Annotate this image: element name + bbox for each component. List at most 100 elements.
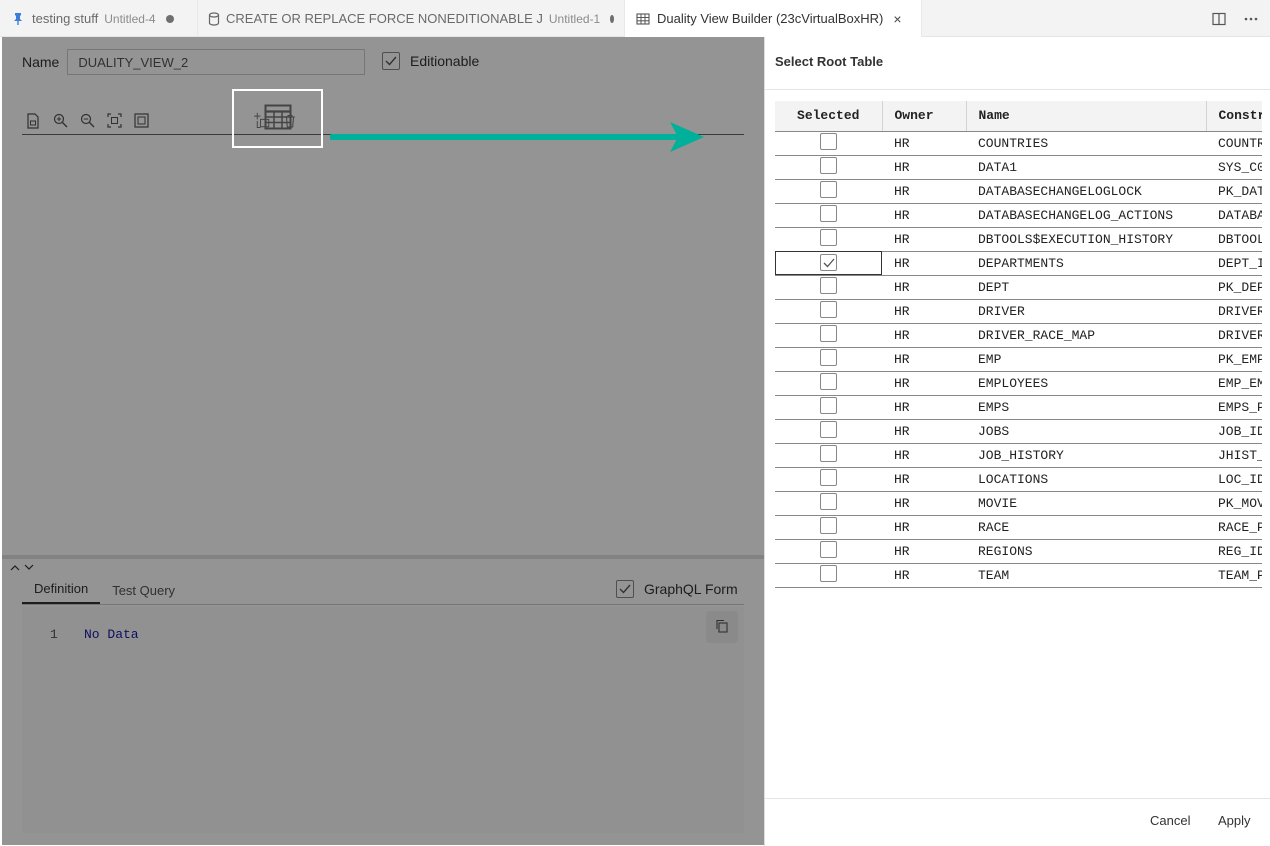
column-header-name[interactable]: Name <box>966 101 1207 132</box>
editionable-label: Editionable <box>410 53 480 69</box>
cancel-button[interactable]: Cancel <box>1150 813 1190 828</box>
cell-table-name: JOBS <box>966 419 1206 444</box>
table-row[interactable]: HR DATABASECHANGELOGLOCK PK_DAT <box>775 179 1262 204</box>
row-select-checkbox[interactable] <box>820 492 837 510</box>
table-row[interactable]: HR EMP PK_EMP <box>775 347 1262 372</box>
row-select-checkbox[interactable] <box>820 348 837 366</box>
close-icon[interactable]: × <box>893 11 901 27</box>
tab-description: Untitled-4 <box>104 11 156 26</box>
cell-owner: HR <box>882 155 966 180</box>
table-body: HR COUNTRIES COUNTR HR DATA1 SYS_C0 HR DATABASE… <box>775 131 1262 588</box>
tab-duality-view-builder[interactable]: Duality View Builder (23cVirtualBoxHR) × <box>625 0 922 37</box>
row-select-checkbox[interactable] <box>820 372 837 390</box>
fit-to-screen-icon[interactable] <box>105 112 123 130</box>
add-table-icon[interactable] <box>264 104 292 133</box>
unsaved-dot-icon[interactable] <box>610 14 614 23</box>
row-select-checkbox[interactable] <box>820 468 837 486</box>
cell-owner: HR <box>882 539 966 564</box>
table-row[interactable]: HR DEPT PK_DEP <box>775 275 1262 300</box>
tab-testing-stuff[interactable]: testing stuff Untitled-4 <box>0 0 198 37</box>
split-editor-icon[interactable] <box>1210 10 1228 28</box>
pin-icon <box>10 11 26 27</box>
tab-create-or-replace[interactable]: CREATE OR REPLACE FORCE NONEDITIONABLE J… <box>198 0 625 37</box>
row-select-checkbox[interactable] <box>820 156 837 174</box>
table-row[interactable]: HR EMPLOYEES EMP_EM <box>775 371 1262 396</box>
cell-owner: HR <box>882 227 966 252</box>
zoom-in-icon[interactable] <box>51 112 69 130</box>
cell-table-name: EMPLOYEES <box>966 371 1206 396</box>
apply-button[interactable]: Apply <box>1218 813 1251 828</box>
definition-code-editor[interactable]: 1 No Data <box>22 607 744 833</box>
table-row[interactable]: HR LOCATIONS LOC_ID <box>775 467 1262 492</box>
cell-owner: HR <box>882 131 966 156</box>
editionable-checkbox-row[interactable]: Editionable <box>382 52 479 70</box>
row-select-cell <box>775 395 882 420</box>
tab-test-query[interactable]: Test Query <box>100 583 187 604</box>
row-select-checkbox[interactable] <box>820 180 837 198</box>
graphql-form-checkbox[interactable] <box>616 580 634 598</box>
row-select-cell <box>775 467 882 492</box>
cell-table-name: DRIVER_RACE_MAP <box>966 323 1206 348</box>
row-select-cell <box>775 227 882 252</box>
view-name-input[interactable] <box>67 49 366 75</box>
row-select-checkbox[interactable] <box>820 254 837 272</box>
row-select-checkbox[interactable] <box>820 540 837 558</box>
row-select-cell <box>775 251 882 276</box>
table-row[interactable]: HR REGIONS REG_ID <box>775 539 1262 564</box>
add-table-highlight[interactable] <box>232 89 323 148</box>
table-row[interactable]: HR EMPS EMPS_P <box>775 395 1262 420</box>
panel-split-handle[interactable] <box>2 555 764 559</box>
cell-constraint: REG_ID <box>1206 539 1262 564</box>
unsaved-dot-icon[interactable] <box>165 14 174 23</box>
row-select-checkbox[interactable] <box>820 228 837 246</box>
cell-table-name: DATA1 <box>966 155 1206 180</box>
more-actions-icon[interactable] <box>1242 10 1260 28</box>
row-select-checkbox[interactable] <box>820 276 837 294</box>
code-text: No Data <box>84 627 139 642</box>
table-row[interactable]: HR DATABASECHANGELOG_ACTIONS DATABA <box>775 203 1262 228</box>
cell-table-name: MOVIE <box>966 491 1206 516</box>
table-grid-icon <box>635 11 651 27</box>
cell-constraint: EMPS_P <box>1206 395 1262 420</box>
zoom-out-icon[interactable] <box>78 112 96 130</box>
cell-table-name: DBTOOLS$EXECUTION_HISTORY <box>966 227 1206 252</box>
row-select-checkbox[interactable] <box>820 324 837 342</box>
table-row[interactable]: HR RACE RACE_P <box>775 515 1262 540</box>
row-select-checkbox[interactable] <box>820 204 837 222</box>
table-row[interactable]: HR DEPARTMENTS DEPT_I <box>775 251 1262 276</box>
table-row[interactable]: HR DRIVER DRIVER <box>775 299 1262 324</box>
diagram-canvas[interactable] <box>2 137 764 555</box>
table-row[interactable]: HR JOBS JOB_ID <box>775 419 1262 444</box>
table-row[interactable]: HR DRIVER_RACE_MAP DRIVER <box>775 323 1262 348</box>
column-header-owner[interactable]: Owner <box>882 101 967 132</box>
cell-constraint: LOC_ID <box>1206 467 1262 492</box>
table-row[interactable]: HR COUNTRIES COUNTR <box>775 131 1262 156</box>
cell-constraint: DEPT_I <box>1206 251 1262 276</box>
cell-owner: HR <box>882 467 966 492</box>
chevron-down-icon[interactable] <box>24 562 34 574</box>
cell-owner: HR <box>882 443 966 468</box>
table-row[interactable]: HR DBTOOLS$EXECUTION_HISTORY DBTOOL <box>775 227 1262 252</box>
column-header-constraint[interactable]: Constr <box>1206 101 1262 132</box>
fullscreen-icon[interactable] <box>132 112 150 130</box>
row-select-checkbox[interactable] <box>820 444 837 462</box>
row-select-checkbox[interactable] <box>820 516 837 534</box>
row-select-checkbox[interactable] <box>820 396 837 414</box>
row-select-checkbox[interactable] <box>820 420 837 438</box>
table-row[interactable]: HR JOB_HISTORY JHIST_ <box>775 443 1262 468</box>
table-row[interactable]: HR DATA1 SYS_C0 <box>775 155 1262 180</box>
copy-button[interactable] <box>706 611 738 643</box>
cell-constraint: DBTOOL <box>1206 227 1262 252</box>
tab-definition[interactable]: Definition <box>22 581 101 604</box>
column-header-selected[interactable]: Selected <box>775 101 883 132</box>
cell-constraint: PK_MOV <box>1206 491 1262 516</box>
row-select-checkbox[interactable] <box>820 300 837 318</box>
table-row[interactable]: HR TEAM TEAM_P <box>775 563 1262 588</box>
graphql-form-row[interactable]: GraphQL Form <box>616 580 738 598</box>
new-file-icon[interactable] <box>24 112 42 130</box>
row-select-checkbox[interactable] <box>820 564 837 582</box>
table-row[interactable]: HR MOVIE PK_MOV <box>775 491 1262 516</box>
chevron-up-icon[interactable] <box>10 562 20 574</box>
row-select-checkbox[interactable] <box>820 132 837 150</box>
editionable-checkbox[interactable] <box>382 52 400 70</box>
